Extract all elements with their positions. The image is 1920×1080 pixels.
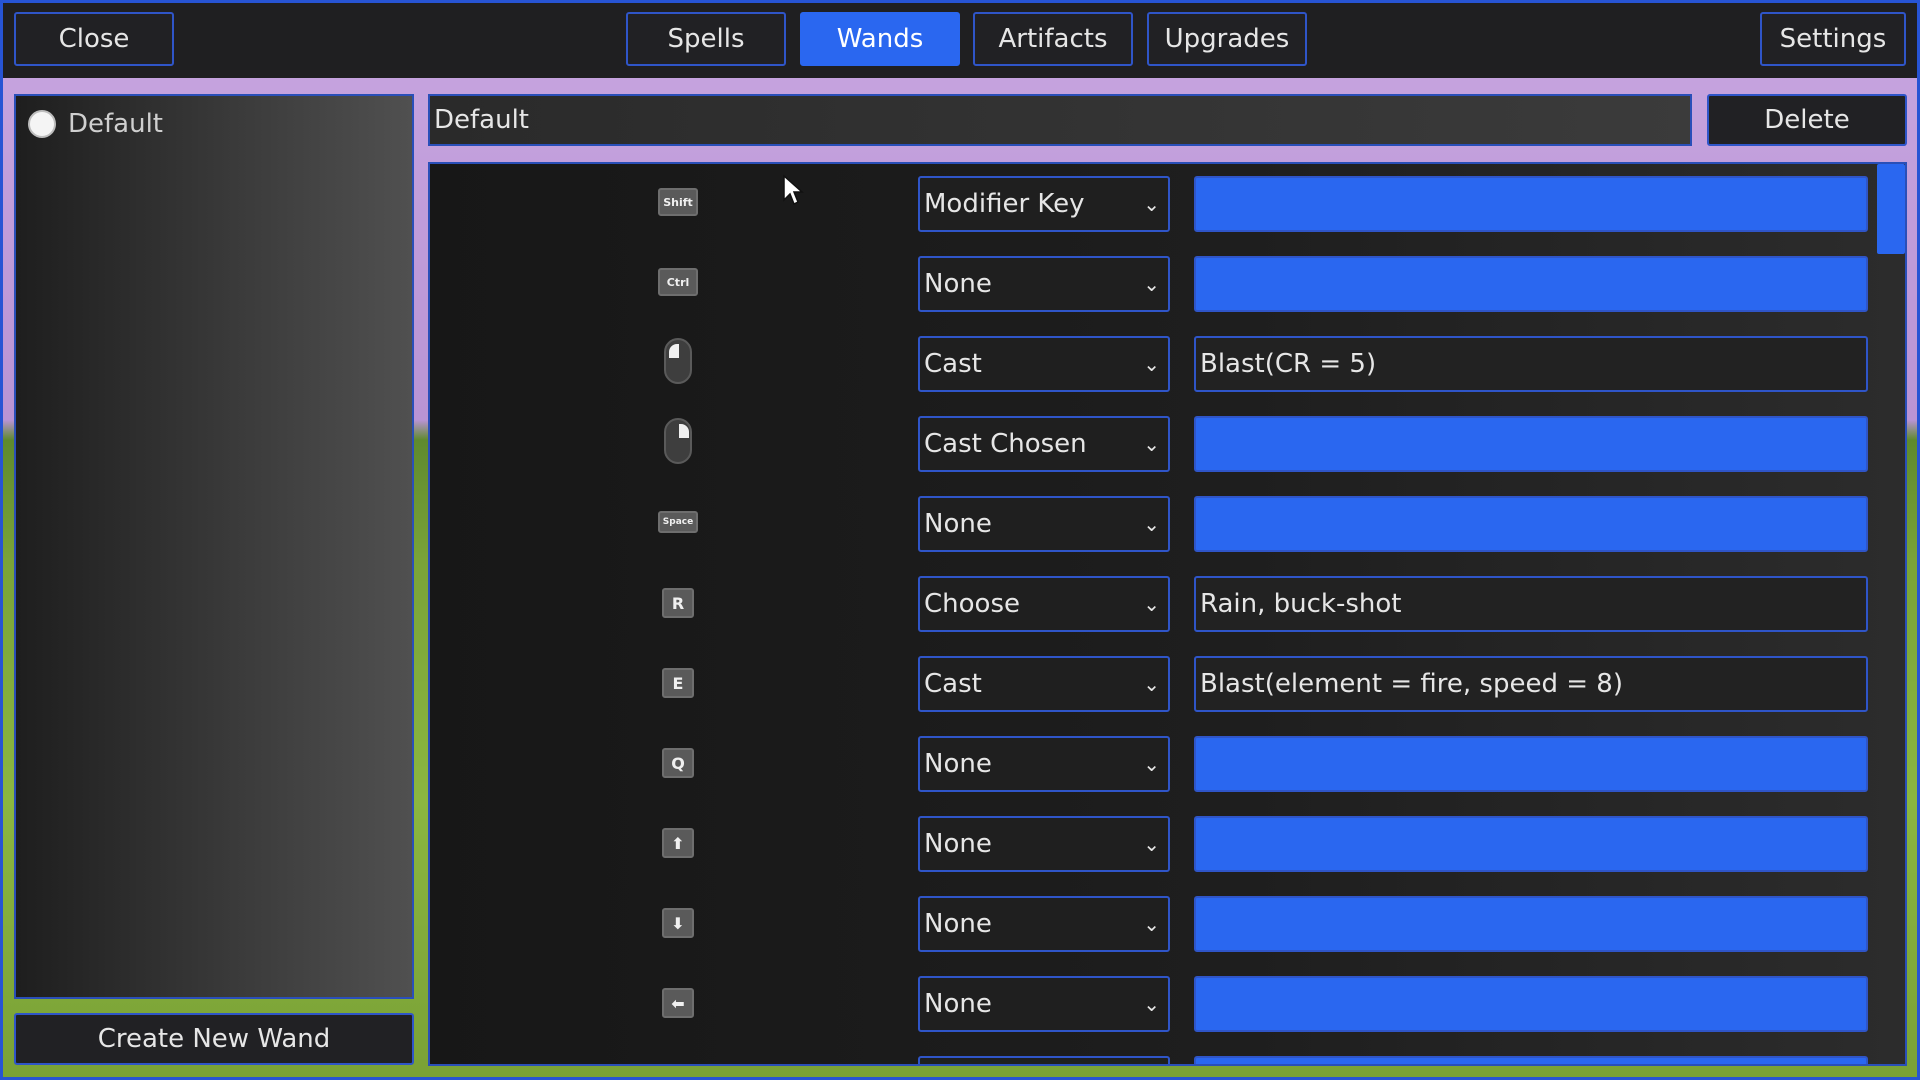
binding-value-input[interactable] <box>1194 256 1868 312</box>
wand-list-panel: Default <box>14 94 414 999</box>
binding-value-input[interactable] <box>1194 496 1868 552</box>
action-select[interactable]: None ⌄ <box>918 976 1170 1032</box>
binding-row: Cast ⌄ Blast(CR = 5) <box>430 336 1905 392</box>
delete-button[interactable]: Delete <box>1707 94 1907 146</box>
chevron-down-icon: ⌄ <box>1143 672 1160 696</box>
wand-list-item-label: Default <box>68 109 163 139</box>
action-select-value: Cast <box>924 669 982 699</box>
chevron-down-icon: ⌄ <box>1143 992 1160 1016</box>
binding-value-input[interactable] <box>1194 736 1868 792</box>
action-select-value: None <box>924 749 992 779</box>
binding-row: Space None ⌄ <box>430 496 1905 552</box>
action-select[interactable] <box>918 1056 1170 1064</box>
wand-list-item[interactable]: Default <box>28 104 400 144</box>
binding-row: ⬇ None ⌄ <box>430 896 1905 952</box>
q-key-icon: Q <box>662 748 694 778</box>
tab-artifacts[interactable]: Artifacts <box>973 12 1133 66</box>
create-new-wand-button[interactable]: Create New Wand <box>14 1013 414 1065</box>
binding-row: E Cast ⌄ Blast(element = fire, speed = 8… <box>430 656 1905 712</box>
close-button[interactable]: Close <box>14 12 174 66</box>
binding-row <box>430 1056 1905 1064</box>
mouse-pointer-icon <box>783 174 804 206</box>
right-mouse-icon <box>664 418 692 464</box>
tab-upgrades[interactable]: Upgrades <box>1147 12 1307 66</box>
left-mouse-icon <box>664 338 692 384</box>
chevron-down-icon: ⌄ <box>1143 752 1160 776</box>
binding-value-input[interactable] <box>1194 896 1868 952</box>
chevron-down-icon: ⌄ <box>1143 512 1160 536</box>
chevron-down-icon: ⌄ <box>1143 432 1160 456</box>
action-select[interactable]: Cast ⌄ <box>918 656 1170 712</box>
action-select-value: None <box>924 269 992 299</box>
action-select-value: None <box>924 909 992 939</box>
ctrl-key-icon: Ctrl <box>658 268 698 296</box>
binding-value-input[interactable] <box>1194 976 1868 1032</box>
radio-selected-icon[interactable] <box>28 110 56 138</box>
action-select-value: Cast <box>924 349 982 379</box>
binding-value-input[interactable]: Rain, buck-shot <box>1194 576 1868 632</box>
down-arrow-key-icon: ⬇ <box>662 908 694 938</box>
chevron-down-icon: ⌄ <box>1143 352 1160 376</box>
action-select-value: Cast Chosen <box>924 429 1087 459</box>
action-select-value: Choose <box>924 589 1020 619</box>
tab-spells[interactable]: Spells <box>626 12 786 66</box>
tab-wands[interactable]: Wands <box>800 12 960 66</box>
binding-row: ⬅ None ⌄ <box>430 976 1905 1032</box>
action-select[interactable]: Cast ⌄ <box>918 336 1170 392</box>
action-select[interactable]: Cast Chosen ⌄ <box>918 416 1170 472</box>
chevron-down-icon: ⌄ <box>1143 912 1160 936</box>
left-arrow-key-icon: ⬅ <box>662 988 694 1018</box>
binding-value-input[interactable]: Blast(element = fire, speed = 8) <box>1194 656 1868 712</box>
binding-row: Shift Modifier Key ⌄ <box>430 176 1905 232</box>
binding-value-input[interactable] <box>1194 816 1868 872</box>
up-arrow-key-icon: ⬆ <box>662 828 694 858</box>
space-key-icon: Space <box>658 511 698 533</box>
binding-row: Cast Chosen ⌄ <box>430 416 1905 472</box>
r-key-icon: R <box>662 588 694 618</box>
action-select[interactable]: None ⌄ <box>918 256 1170 312</box>
binding-value-input[interactable] <box>1194 416 1868 472</box>
binding-value-input[interactable]: Blast(CR = 5) <box>1194 336 1868 392</box>
wand-name-input[interactable]: Default <box>428 94 1692 146</box>
chevron-down-icon: ⌄ <box>1143 192 1160 216</box>
action-select-value: None <box>924 509 992 539</box>
chevron-down-icon: ⌄ <box>1143 832 1160 856</box>
action-select[interactable]: None ⌄ <box>918 896 1170 952</box>
binding-row: Ctrl None ⌄ <box>430 256 1905 312</box>
e-key-icon: E <box>662 668 694 698</box>
binding-value-input[interactable] <box>1194 1056 1868 1064</box>
action-select[interactable]: Modifier Key ⌄ <box>918 176 1170 232</box>
chevron-down-icon: ⌄ <box>1143 592 1160 616</box>
chevron-down-icon: ⌄ <box>1143 272 1160 296</box>
action-select[interactable]: None ⌄ <box>918 496 1170 552</box>
binding-row: R Choose ⌄ Rain, buck-shot <box>430 576 1905 632</box>
binding-row: ⬆ None ⌄ <box>430 816 1905 872</box>
action-select[interactable]: None ⌄ <box>918 736 1170 792</box>
top-bar: Close Spells Wands Artifacts Upgrades Se… <box>0 0 1920 78</box>
settings-button[interactable]: Settings <box>1760 12 1906 66</box>
bindings-list[interactable]: Shift Modifier Key ⌄ Ctrl None ⌄ Cast ⌄ … <box>428 162 1907 1066</box>
action-select-value: None <box>924 989 992 1019</box>
binding-row: Q None ⌄ <box>430 736 1905 792</box>
action-select-value: None <box>924 829 992 859</box>
binding-value-input[interactable] <box>1194 176 1868 232</box>
action-select-value: Modifier Key <box>924 189 1085 219</box>
action-select[interactable]: Choose ⌄ <box>918 576 1170 632</box>
shift-key-icon: Shift <box>658 188 698 216</box>
action-select[interactable]: None ⌄ <box>918 816 1170 872</box>
